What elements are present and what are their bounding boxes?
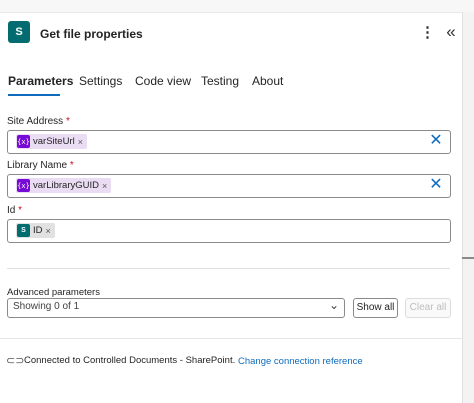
panel-title: Get file properties: [40, 27, 143, 41]
tab-testing[interactable]: Testing: [201, 74, 239, 88]
token-remove-icon[interactable]: ×: [78, 137, 83, 147]
library-name-field[interactable]: {x} varLibraryGUID × ✕: [7, 174, 451, 198]
chevron-down-icon: ⌄: [328, 298, 339, 312]
tab-about[interactable]: About: [252, 74, 283, 88]
variable-icon: {x}: [17, 179, 30, 192]
more-options-icon[interactable]: ⋮: [420, 24, 435, 42]
id-field[interactable]: S ID ×: [7, 219, 451, 243]
sharepoint-icon: S: [8, 21, 30, 43]
site-address-label: Site Address *: [7, 116, 70, 127]
canvas-edge: [462, 12, 474, 403]
tab-parameters[interactable]: Parameters: [8, 74, 73, 88]
tab-settings[interactable]: Settings: [79, 74, 122, 88]
canvas-connector: [462, 257, 474, 259]
token-label: varLibraryGUID: [33, 180, 99, 191]
token-label: varSiteUrl: [33, 136, 75, 147]
active-tab-indicator: [8, 94, 60, 96]
show-all-button[interactable]: Show all: [353, 298, 398, 318]
token-remove-icon[interactable]: ×: [102, 181, 107, 191]
connection-icon: ⊂⊃: [6, 355, 25, 367]
section-divider: [7, 268, 450, 269]
change-connection-link[interactable]: Change connection reference: [238, 356, 363, 367]
site-address-field[interactable]: {x} varSiteUrl × ✕: [7, 130, 451, 154]
variable-icon: {x}: [17, 135, 30, 148]
token-remove-icon[interactable]: ×: [46, 226, 51, 236]
clear-all-button[interactable]: Clear all: [405, 298, 451, 318]
top-strip: [0, 0, 474, 13]
collapse-panel-icon[interactable]: «: [442, 23, 460, 42]
token-label: ID: [33, 225, 43, 236]
tab-code-view[interactable]: Code view: [135, 74, 191, 88]
dropdown-value: Showing 0 of 1: [13, 301, 80, 312]
footer-divider: [0, 338, 462, 339]
id-label: Id *: [7, 205, 23, 216]
site-address-token[interactable]: {x} varSiteUrl ×: [16, 134, 87, 149]
clear-icon[interactable]: ✕: [428, 177, 444, 193]
connection-status: Connected to Controlled Documents - Shar…: [24, 355, 236, 366]
advanced-parameters-dropdown[interactable]: Showing 0 of 1 ⌄: [7, 298, 345, 318]
library-name-label: Library Name *: [7, 160, 74, 171]
sharepoint-icon: S: [17, 224, 30, 237]
id-token[interactable]: S ID ×: [16, 223, 55, 238]
clear-icon[interactable]: ✕: [428, 133, 444, 149]
advanced-parameters-label: Advanced parameters: [7, 287, 100, 298]
library-name-token[interactable]: {x} varLibraryGUID ×: [16, 178, 112, 193]
